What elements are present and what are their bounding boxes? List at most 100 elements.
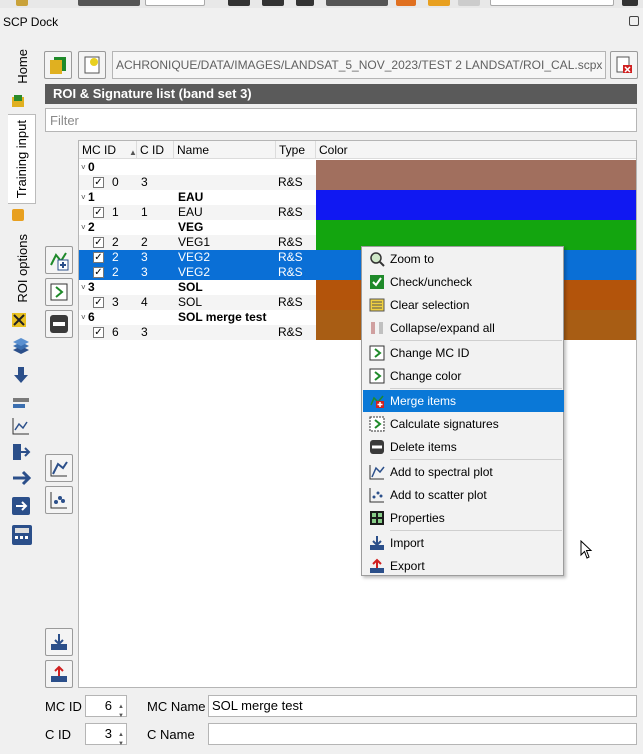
row-color-swatch[interactable] — [316, 160, 636, 175]
spectral-icon[interactable] — [11, 416, 33, 438]
mc-id-spinbox[interactable]: 6 ▲ ▼ — [85, 695, 127, 719]
collapse-icon — [369, 320, 385, 336]
row-checkbox[interactable]: ✓ — [93, 252, 104, 263]
row-mc-id: 0 — [112, 175, 119, 189]
band-calc-icon[interactable] — [11, 524, 33, 546]
tab-training-input[interactable]: Training input — [8, 114, 36, 204]
menu-item-delete-items[interactable]: Delete items — [363, 436, 564, 458]
menu-item-change-color[interactable]: Change color — [363, 365, 564, 387]
expand-caret-icon[interactable]: ˅ — [81, 220, 86, 235]
tab-home[interactable]: Home — [8, 40, 36, 92]
expand-caret-icon[interactable]: ˅ — [81, 160, 86, 175]
menu-item-collapse-expand[interactable]: Collapse/expand all — [363, 317, 564, 339]
postprocessing-icon[interactable] — [11, 496, 33, 518]
header-color[interactable]: Color — [316, 141, 636, 159]
change-color-icon — [369, 368, 385, 384]
header-name[interactable]: Name — [174, 141, 276, 159]
c-name-input[interactable] — [208, 723, 637, 745]
preprocessing-icon[interactable] — [11, 442, 33, 464]
row-name: VEG2 — [178, 250, 211, 264]
training-input-path[interactable]: ACHRONIQUE/DATA/IMAGES/LANDSAT_5_NOV_202… — [112, 51, 606, 79]
menu-item-import[interactable]: Import — [363, 532, 564, 554]
menu-item-label: Collapse/expand all — [390, 321, 495, 335]
expand-caret-icon[interactable]: ˅ — [81, 280, 86, 295]
group-row[interactable]: ˅ 0 — [79, 160, 636, 175]
menu-item-add-spectral-plot[interactable]: Add to spectral plot — [363, 461, 564, 483]
expand-caret-icon[interactable]: ˅ — [81, 310, 86, 325]
group-row[interactable]: ˅ 1 EAU — [79, 190, 636, 205]
menu-item-label: Add to scatter plot — [390, 488, 487, 502]
row-mc-id: 1 — [112, 205, 119, 219]
row-type: R&S — [278, 325, 303, 339]
mouse-cursor-icon — [580, 539, 594, 563]
row-mc-id: 2 — [112, 265, 119, 279]
row-type: R&S — [278, 175, 303, 189]
row-name: VEG2 — [178, 265, 211, 279]
menu-item-calculate-signatures[interactable]: Calculate signatures — [363, 413, 564, 435]
row-checkbox[interactable]: ✓ — [93, 207, 104, 218]
menu-item-label: Properties — [390, 511, 445, 525]
tools-icon[interactable] — [11, 392, 33, 414]
menu-item-check-uncheck[interactable]: Check/uncheck — [363, 271, 564, 293]
row-checkbox[interactable]: ✓ — [93, 327, 104, 338]
section-title: ROI & Signature list (band set 3) — [45, 84, 637, 104]
mc-id-value: 6 — [104, 698, 112, 713]
download-icon[interactable] — [11, 366, 33, 388]
spectral-plot-button[interactable] — [45, 454, 73, 482]
table-row[interactable]: ✓ 0 3 R&S — [79, 175, 636, 190]
row-color-swatch[interactable] — [316, 190, 636, 205]
export-button[interactable] — [45, 660, 73, 688]
row-c-id: 2 — [141, 235, 148, 249]
tab-roi-options[interactable]: ROI options — [8, 228, 36, 308]
menu-item-export[interactable]: Export — [363, 555, 564, 577]
menu-item-merge-items[interactable]: Merge items — [363, 390, 564, 412]
menu-item-add-scatter-plot[interactable]: Add to scatter plot — [363, 484, 564, 506]
import-button[interactable] — [45, 628, 73, 656]
add-roi-button[interactable] — [45, 246, 73, 274]
remove-button[interactable] — [45, 310, 73, 338]
menu-item-change-mc-id[interactable]: Change MC ID — [363, 342, 564, 364]
c-id-spinbox[interactable]: 3 ▲ ▼ — [85, 723, 127, 747]
row-checkbox[interactable]: ✓ — [93, 177, 104, 188]
expand-caret-icon[interactable]: ˅ — [81, 190, 86, 205]
header-mc-id[interactable]: MC ID ▲ — [79, 141, 137, 159]
row-checkbox[interactable]: ✓ — [93, 237, 104, 248]
zoom-icon — [369, 251, 385, 267]
mc-name-input[interactable]: SOL merge test — [208, 695, 637, 717]
spin-down-icon[interactable]: ▼ — [118, 734, 124, 754]
menu-item-label: Merge items — [390, 394, 457, 408]
menu-item-zoom-to[interactable]: Zoom to — [363, 248, 564, 270]
row-color-swatch[interactable] — [316, 220, 636, 235]
signature-button[interactable] — [45, 278, 73, 306]
tab-roi-options-label: ROI options — [14, 233, 30, 303]
scatter-plot-button[interactable] — [45, 486, 73, 514]
row-name: SOL — [178, 295, 203, 309]
row-checkbox[interactable]: ✓ — [93, 297, 104, 308]
filter-input[interactable] — [45, 108, 637, 132]
create-training-input-button[interactable] — [44, 51, 72, 79]
dock-float-button[interactable] — [629, 16, 639, 26]
row-color-swatch[interactable] — [316, 205, 636, 220]
group-row[interactable]: ˅ 2 VEG — [79, 220, 636, 235]
row-c-id: 3 — [141, 265, 148, 279]
row-color-swatch[interactable] — [316, 175, 636, 190]
band-processing-icon[interactable] — [11, 468, 33, 490]
group-mc-id: 3 — [88, 280, 95, 294]
table-row[interactable]: ✓ 1 1 EAU R&S — [79, 205, 636, 220]
menu-item-clear-selection[interactable]: Clear selection — [363, 294, 564, 316]
roi-options-icon[interactable] — [11, 312, 33, 334]
properties-icon — [369, 510, 385, 526]
training-tab-icon — [11, 208, 33, 230]
band-set-icon[interactable] — [11, 336, 33, 358]
row-checkbox[interactable]: ✓ — [93, 267, 104, 278]
header-c-id[interactable]: C ID — [137, 141, 174, 159]
row-type: R&S — [278, 295, 303, 309]
open-training-input-button[interactable] — [78, 51, 106, 79]
menu-item-properties[interactable]: Properties — [363, 507, 564, 529]
remove-training-input-button[interactable] — [610, 51, 638, 79]
menu-separator — [390, 388, 562, 389]
tab-home-label: Home — [14, 48, 30, 84]
header-type[interactable]: Type — [276, 141, 316, 159]
group-mc-id: 0 — [88, 160, 95, 174]
row-type: R&S — [278, 205, 303, 219]
